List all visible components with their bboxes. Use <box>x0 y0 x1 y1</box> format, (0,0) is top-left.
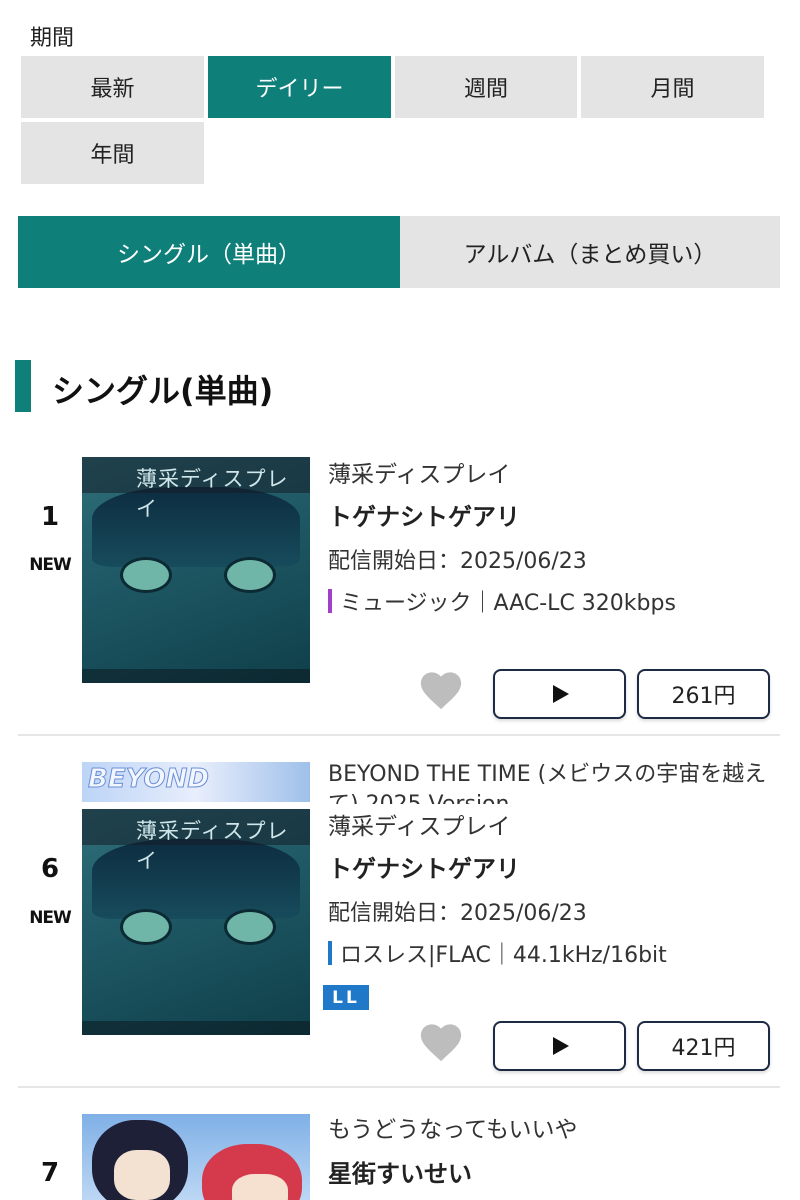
play-icon <box>552 1037 569 1055</box>
period-option-monthly[interactable]: 月間 <box>581 56 764 118</box>
cover-art-eye <box>120 909 172 945</box>
cover-art-eye <box>120 557 172 593</box>
album-cover[interactable] <box>82 1114 310 1200</box>
row-divider <box>18 734 780 736</box>
heart-icon[interactable] <box>418 668 464 712</box>
cover-art-band <box>82 669 310 683</box>
cover-art-eye <box>224 557 276 593</box>
cover-art-face <box>114 1150 170 1200</box>
heart-icon[interactable] <box>418 1020 464 1064</box>
price-button[interactable]: 421円 <box>637 1021 770 1071</box>
tab-single[interactable]: シングル（単曲） <box>18 216 400 288</box>
period-option-daily[interactable]: デイリー <box>208 56 391 118</box>
album-cover-partial[interactable]: BEYOND <box>82 762 310 802</box>
track-meta: もうどうなってもいいや 星街すいせい <box>328 1110 578 1189</box>
album-cover[interactable]: 薄采ディスプレイ <box>82 809 310 1035</box>
cover-art-face <box>232 1174 288 1200</box>
rank-number: 6 <box>40 854 60 884</box>
cover-title-text: 薄采ディスプレイ <box>136 819 289 873</box>
section-title: シングル(単曲) <box>52 372 274 410</box>
album-name-partial[interactable]: BEYOND THE TIME (メビウスの宇宙を越えて) 2025 Versi… <box>328 760 768 804</box>
album-cover[interactable]: 薄采ディスプレイ <box>82 457 310 683</box>
period-option-latest[interactable]: 最新 <box>21 56 204 118</box>
new-badge: NEW <box>29 908 72 928</box>
album-name[interactable]: 薄采ディスプレイ <box>328 807 778 849</box>
section-accent-bar <box>15 360 31 412</box>
period-option-weekly[interactable]: 週間 <box>395 56 577 118</box>
track-meta: 薄采ディスプレイ トゲナシトゲアリ 配信開始日：2025/06/23 ロスレス|… <box>328 807 778 969</box>
release-date: 配信開始日：2025/06/23 <box>328 549 587 574</box>
new-badge: NEW <box>29 555 72 575</box>
period-option-yearly[interactable]: 年間 <box>21 122 204 184</box>
format-color-bar <box>328 941 332 965</box>
cover-art-band <box>82 1021 310 1035</box>
album-name[interactable]: もうどうなってもいいや <box>328 1110 578 1154</box>
play-button[interactable] <box>493 1021 626 1071</box>
artist-name[interactable]: トゲナシトゲアリ <box>328 849 778 895</box>
tab-album[interactable]: アルバム（まとめ買い） <box>400 216 780 288</box>
release-date: 配信開始日：2025/06/23 <box>328 901 587 926</box>
row-divider <box>18 1086 780 1088</box>
format-text: ロスレス|FLAC｜44.1kHz/16bit <box>340 943 667 968</box>
period-label: 期間 <box>30 26 75 51</box>
lossless-badge: LL <box>323 985 369 1010</box>
cover-art-eye <box>224 909 276 945</box>
artist-name[interactable]: 星街すいせい <box>328 1154 578 1189</box>
play-button[interactable] <box>493 669 626 719</box>
format-text: ミュージック｜AAC-LC 320kbps <box>340 591 676 616</box>
cover-title-text: 薄采ディスプレイ <box>136 467 289 521</box>
format-info: ミュージック｜AAC-LC 320kbps <box>328 585 676 617</box>
rank-number: 7 <box>40 1158 60 1188</box>
track-meta: 薄采ディスプレイ トゲナシトゲアリ 配信開始日：2025/06/23 ミュージッ… <box>328 455 676 617</box>
rank-number: 1 <box>40 502 60 532</box>
format-info: ロスレス|FLAC｜44.1kHz/16bit <box>328 937 778 969</box>
album-name[interactable]: 薄采ディスプレイ <box>328 455 676 497</box>
format-color-bar <box>328 589 332 613</box>
play-icon <box>552 685 569 703</box>
cover-title-text: BEYOND <box>88 764 210 795</box>
price-button[interactable]: 261円 <box>637 669 770 719</box>
artist-name[interactable]: トゲナシトゲアリ <box>328 497 676 543</box>
